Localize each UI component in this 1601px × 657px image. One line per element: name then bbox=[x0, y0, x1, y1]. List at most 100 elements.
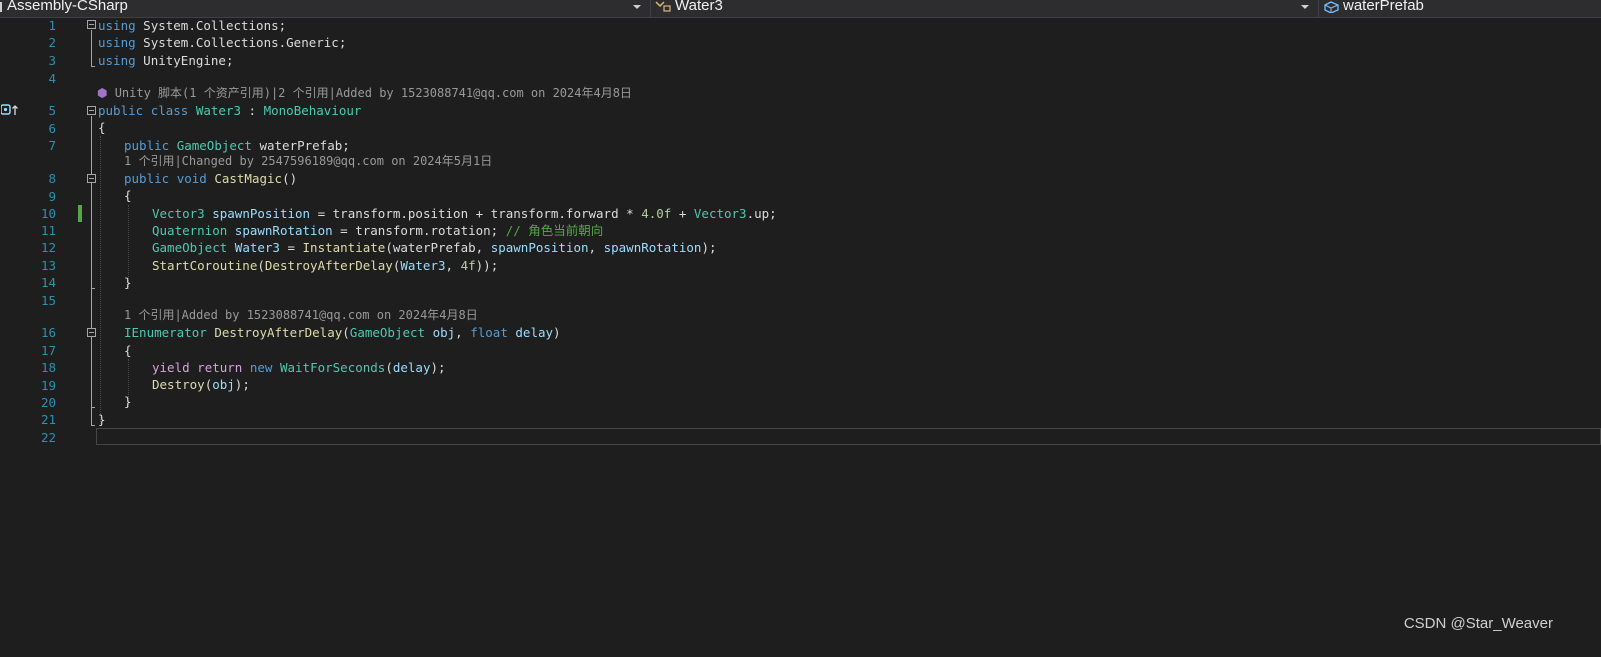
implements-marker-icon[interactable] bbox=[1, 104, 19, 116]
watermark: CSDN @Star_Weaver bbox=[1403, 615, 1553, 632]
code-line[interactable]: Vector3 spawnPosition = transform.positi… bbox=[152, 205, 777, 222]
keyword: void bbox=[176, 171, 207, 186]
code-line[interactable]: IEnumerator DestroyAfterDelay(GameObject… bbox=[124, 324, 561, 341]
punctuation: ( bbox=[342, 325, 350, 340]
chevron-down-icon[interactable] bbox=[633, 5, 641, 9]
code-line[interactable]: } bbox=[124, 274, 132, 291]
punctuation: : bbox=[241, 103, 264, 118]
member-dropdown[interactable]: waterPrefab bbox=[1318, 0, 1601, 17]
method-name: StartCoroutine bbox=[152, 258, 258, 273]
keyword: float bbox=[470, 325, 508, 340]
member-label: waterPrefab bbox=[1343, 0, 1424, 14]
codelens-class[interactable]: ⬢ Unity 脚本(1 个资产引用)|2 个引用|Added by 15230… bbox=[97, 85, 632, 101]
number: 4f bbox=[460, 258, 476, 273]
line-number: 22 bbox=[40, 430, 56, 445]
collapse-icon[interactable] bbox=[87, 174, 96, 183]
namespace: UnityEngine; bbox=[135, 53, 234, 68]
code-line[interactable]: public class Water3 : MonoBehaviour bbox=[98, 102, 361, 119]
keyword: return bbox=[197, 360, 243, 375]
method-name: Destroy bbox=[152, 377, 205, 392]
keyword: public bbox=[98, 103, 144, 118]
code-line[interactable]: using System.Collections.Generic; bbox=[98, 34, 346, 51]
change-marker bbox=[78, 205, 82, 222]
punctuation: ( bbox=[257, 258, 265, 273]
type-dropdown[interactable]: Water3 bbox=[650, 0, 1319, 17]
codelens-text: 1 个引用|Changed by 2547596189@qq.com on 20… bbox=[124, 154, 493, 168]
line-number: 6 bbox=[48, 121, 56, 136]
type-name: GameObject bbox=[349, 325, 426, 340]
base-class: MonoBehaviour bbox=[263, 103, 362, 118]
collapse-icon[interactable] bbox=[87, 20, 96, 29]
class-name: Water3 bbox=[195, 103, 242, 118]
code-line[interactable]: public GameObject waterPrefab; bbox=[124, 137, 350, 154]
code-line[interactable]: public void CastMagic() bbox=[124, 170, 297, 187]
punctuation: ); bbox=[234, 377, 250, 392]
codelens-castmagic[interactable]: 1 个引用|Changed by 2547596189@qq.com on 20… bbox=[124, 153, 492, 169]
outline-line bbox=[91, 30, 92, 66]
line-number: 16 bbox=[40, 325, 56, 340]
namespace: System.Collections.Generic; bbox=[135, 35, 347, 50]
codelens-text: 1 个引用|Added by 1523088741@qq.com on 2024… bbox=[124, 308, 478, 322]
code-line[interactable]: using System.Collections; bbox=[98, 17, 286, 34]
project-dropdown[interactable]: Assembly-CSharp bbox=[0, 0, 650, 17]
outline-line bbox=[91, 425, 95, 426]
punctuation: ) bbox=[553, 325, 561, 340]
type-label: Water3 bbox=[675, 0, 723, 14]
line-number: 2 bbox=[48, 35, 56, 50]
line-number: 18 bbox=[40, 360, 56, 375]
type-name: IEnumerator bbox=[124, 325, 207, 340]
brace: } bbox=[124, 275, 132, 290]
code-line[interactable]: yield return new WaitForSeconds(delay); bbox=[152, 359, 446, 376]
parameter: obj bbox=[432, 325, 456, 340]
operator: = bbox=[279, 240, 303, 255]
keyword: public bbox=[124, 171, 170, 186]
outline-line bbox=[91, 66, 95, 67]
code-line[interactable]: GameObject Water3 = Instantiate(waterPre… bbox=[152, 239, 717, 256]
brace: { bbox=[124, 188, 132, 203]
collapse-icon[interactable] bbox=[87, 106, 96, 115]
code-line[interactable]: } bbox=[124, 393, 132, 410]
type-name: Vector3 bbox=[152, 206, 205, 221]
line-number: 15 bbox=[40, 293, 56, 308]
member-access: .up; bbox=[746, 206, 777, 221]
codelens-destroy[interactable]: 1 个引用|Added by 1523088741@qq.com on 2024… bbox=[124, 307, 478, 323]
punctuation: , bbox=[455, 325, 471, 340]
project-label: Assembly-CSharp bbox=[7, 0, 128, 14]
number: 4.0f bbox=[641, 206, 672, 221]
collapse-icon[interactable] bbox=[87, 328, 96, 337]
line-number: 3 bbox=[48, 53, 56, 68]
punctuation: () bbox=[282, 171, 298, 186]
code-line[interactable]: using UnityEngine; bbox=[98, 52, 233, 69]
code-line[interactable]: Quaternion spawnRotation = transform.rot… bbox=[152, 222, 603, 239]
keyword: new bbox=[249, 360, 273, 375]
class-icon bbox=[655, 1, 671, 12]
code-line[interactable]: { bbox=[98, 119, 106, 136]
type-name: GameObject bbox=[152, 240, 228, 255]
code-line[interactable]: StartCoroutine(DestroyAfterDelay(Water3,… bbox=[152, 257, 498, 274]
parameter: delay bbox=[515, 325, 554, 340]
line-number: 9 bbox=[48, 189, 56, 204]
code-line[interactable]: } bbox=[98, 411, 106, 428]
codelens-text: Unity 脚本(1 个资产引用)|2 个引用|Added by 1523088… bbox=[114, 86, 632, 100]
code-line[interactable]: Destroy(obj); bbox=[152, 376, 250, 393]
code-line[interactable]: { bbox=[124, 187, 132, 204]
chevron-down-icon[interactable] bbox=[1301, 5, 1309, 9]
punctuation: ( bbox=[385, 360, 393, 375]
code-line[interactable]: { bbox=[124, 342, 132, 359]
line-number: 17 bbox=[40, 343, 56, 358]
argument: (waterPrefab, bbox=[385, 240, 491, 255]
punctuation: ); bbox=[701, 240, 717, 255]
line-number: 21 bbox=[40, 412, 56, 427]
variable: spawnRotation bbox=[234, 223, 333, 238]
line-number: 10 bbox=[40, 206, 56, 221]
field-name: waterPrefab; bbox=[251, 138, 350, 153]
method-name: DestroyAfterDelay bbox=[264, 258, 393, 273]
punctuation: , bbox=[588, 240, 604, 255]
comment: // 角色当前朝向 bbox=[505, 223, 604, 238]
brace: { bbox=[124, 343, 132, 358]
keyword: using bbox=[98, 18, 136, 33]
